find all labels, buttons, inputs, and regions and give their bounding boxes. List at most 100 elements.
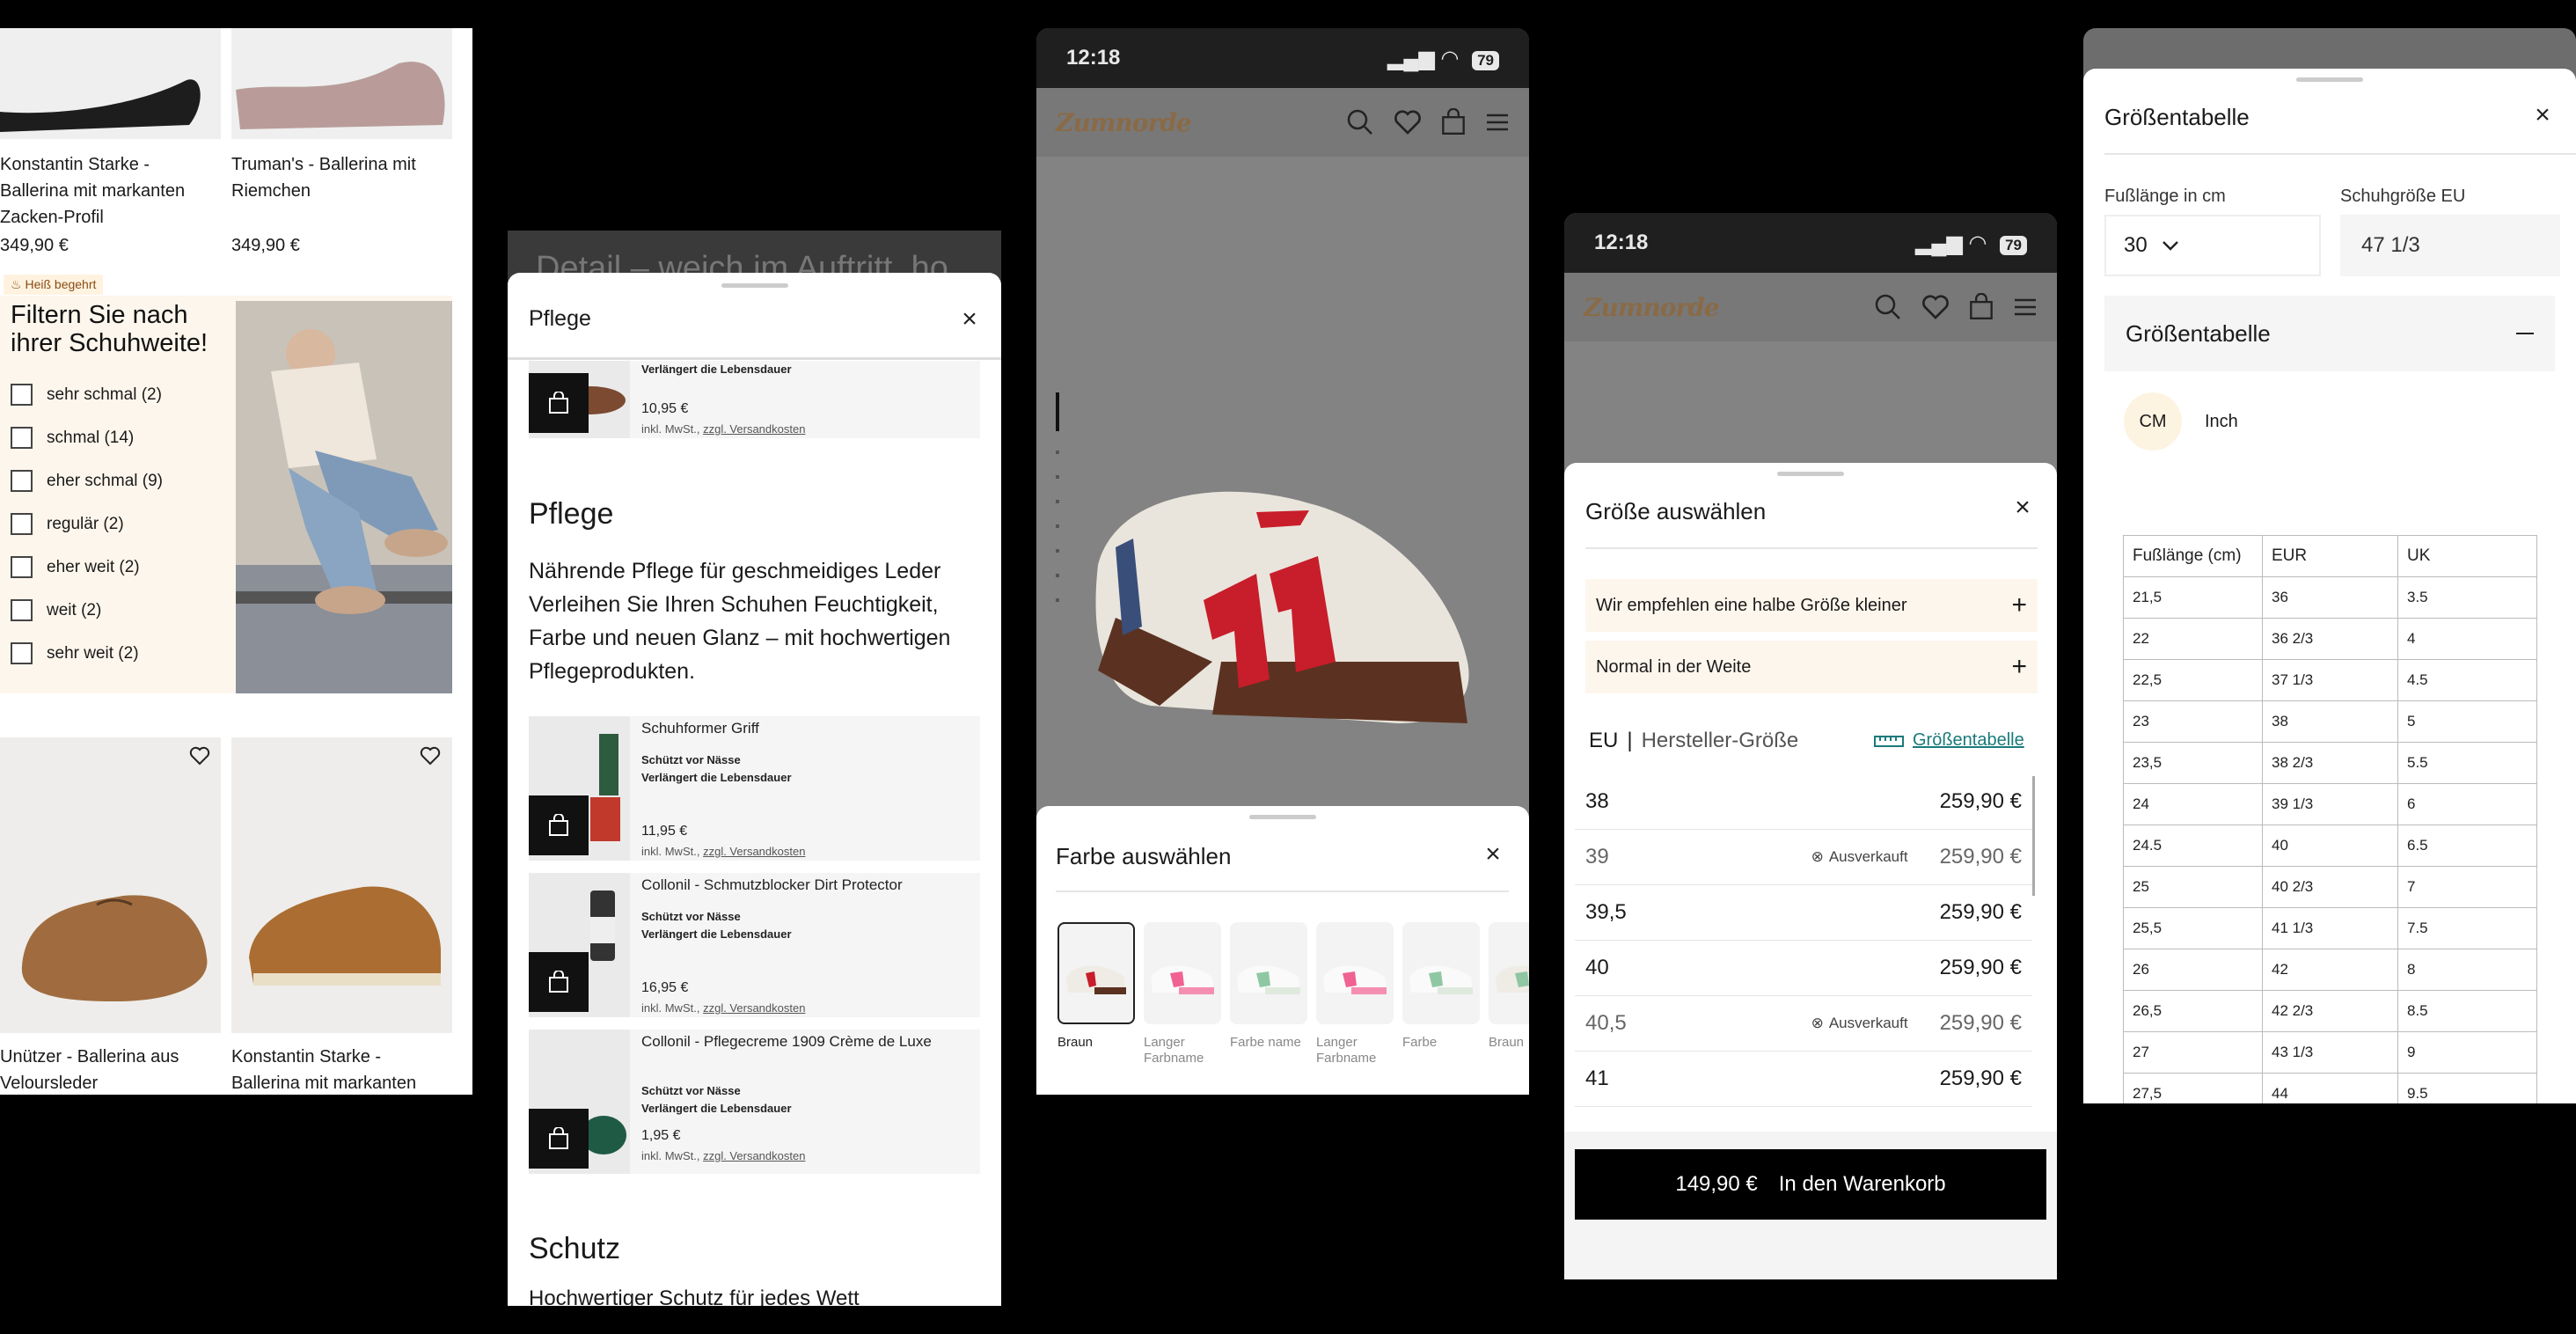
unit-cm-button[interactable]: CM [2124,392,2182,451]
color-swatch[interactable] [1489,922,1529,1024]
table-row: 21,5 36 3.5 [2123,576,2537,619]
checkbox-box[interactable] [11,513,33,535]
brand-logo[interactable]: Zumnorde [1584,293,1720,322]
add-to-cart-button[interactable] [529,795,589,855]
menu-icon[interactable] [2013,297,2038,318]
foot-length-select[interactable]: 30 [2104,215,2321,276]
size-option-row[interactable]: 40 259,90 € [1575,941,2032,996]
shipping-link[interactable]: zzgl. Versandkosten [703,1149,805,1162]
size-option-row[interactable]: 41 259,90 € [1575,1052,2032,1107]
gallery-indicator[interactable] [1056,392,1059,431]
filter-checkbox[interactable]: eher schmal (9) [11,470,163,492]
product-image[interactable] [0,737,221,1033]
size-chart-link[interactable]: Größentabelle [1874,730,2024,751]
product-name[interactable]: Konstantin Starke - Ballerina mit markan… [231,1044,443,1095]
accordion-label: Normal in der Weite [1596,656,1752,677]
sheet-handle[interactable] [1777,472,1844,476]
color-swatch[interactable] [1402,922,1480,1024]
size-option-row[interactable]: 40,5 ⊗ Ausverkauft 259,90 € [1575,996,2032,1052]
heart-icon[interactable] [1921,294,1950,320]
recommendation-accordion[interactable]: Wir empfehlen eine halbe Größe kleiner + [1585,579,2038,632]
product-name[interactable]: Unützer - Ballerina aus Veloursleder [0,1044,211,1095]
product-image[interactable] [0,28,221,139]
product-card[interactable]: Collonil - Pflegecreme 1909 Crème de Lux… [529,1030,980,1174]
filter-checkbox[interactable]: schmal (14) [11,427,163,449]
filter-checkbox[interactable]: sehr schmal (2) [11,384,163,406]
product-image[interactable] [231,28,452,139]
filter-checkbox[interactable]: regulär (2) [11,513,163,535]
shipping-link[interactable]: zzgl. Versandkosten [703,1001,805,1015]
add-to-cart-button[interactable] [529,952,589,1012]
sheet-title: Pflege [529,306,591,331]
color-swatch[interactable] [1144,922,1221,1024]
shopping-bag-icon [549,814,568,836]
size-system-eu[interactable]: EU [1589,729,1618,753]
sheet-title: Farbe auswählen [1056,843,1232,869]
table-cell: 5 [2397,700,2537,743]
scrollbar[interactable] [2032,776,2035,896]
sheet-handle[interactable] [721,283,788,288]
size-option-row[interactable]: 39 ⊗ Ausverkauft 259,90 € [1575,830,2032,885]
product-title[interactable]: Collonil - Pflegecreme 1909 Crème de Lux… [641,1031,932,1052]
status-icons: ▂▄▆ ◠ 79 [1387,46,1499,71]
checkbox-box[interactable] [11,556,33,578]
menu-icon[interactable] [1485,112,1510,133]
filter-checkbox[interactable]: eher weit (2) [11,556,163,578]
search-icon[interactable] [1346,108,1374,136]
product-name[interactable]: Konstantin Starke - Ballerina mit markan… [0,151,211,231]
sheet-handle[interactable] [1249,815,1316,819]
checkbox-box[interactable] [11,642,33,664]
product-card[interactable]: Verlängert die Lebensdauer 10,95 € inkl.… [529,361,980,438]
size-option-row[interactable]: 38 259,90 € [1575,774,2032,830]
close-icon[interactable]: × [2009,495,2036,521]
shipping-link[interactable]: zzgl. Versandkosten [703,845,805,858]
add-to-cart-button[interactable] [529,373,589,433]
table-row: 27 43 1/3 9 [2123,1031,2537,1074]
shopping-bag-icon[interactable] [1969,293,1994,321]
add-to-cart-button[interactable]: 149,90 € In den Warenkorb [1575,1149,2046,1220]
product-name[interactable]: Truman's - Ballerina mit Riemchen [231,151,443,204]
heart-icon[interactable] [187,743,213,769]
color-swatch-selected[interactable] [1057,922,1135,1024]
plus-icon[interactable]: + [2011,590,2027,620]
color-swatch[interactable] [1316,922,1394,1024]
ruler-icon [1874,735,1904,747]
shopping-bag-icon[interactable] [1441,108,1466,136]
clock: 12:18 [1066,46,1121,70]
brand-logo[interactable]: Zumnorde [1056,108,1192,137]
foot-length-label: Fußlänge in cm [2104,187,2226,206]
recommendation-accordion[interactable]: Normal in der Weite + [1585,641,2038,693]
checkbox-box[interactable] [11,470,33,492]
table-cell: 7.5 [2397,907,2537,949]
sheet-handle[interactable] [2296,77,2363,82]
size-option-row[interactable]: 39,5 259,90 € [1575,885,2032,941]
heart-icon[interactable] [1394,109,1422,136]
shipping-link[interactable]: zzgl. Versandkosten [703,422,805,436]
search-icon[interactable] [1874,293,1902,321]
size-system-toggle[interactable]: EU | Hersteller-Größe [1589,729,1798,753]
size-chart-link-label[interactable]: Größentabelle [1913,730,2024,751]
minus-icon[interactable] [2516,333,2534,334]
checkbox-box[interactable] [11,599,33,621]
product-card[interactable]: Collonil - Schmutzblocker Dirt Protector… [529,873,980,1017]
product-image[interactable] [231,737,452,1033]
checkbox-box[interactable] [11,427,33,449]
product-title[interactable]: Schuhformer Griff [641,718,958,739]
close-icon[interactable]: × [956,306,983,333]
checkbox-box[interactable] [11,384,33,406]
color-swatch[interactable] [1230,922,1307,1024]
plus-icon[interactable]: + [2011,652,2027,682]
filter-checkbox[interactable]: weit (2) [11,599,163,621]
size-chart-accordion[interactable]: Größentabelle [2104,296,2555,371]
table-cell: 27 [2123,1031,2263,1074]
product-card[interactable]: Schuhformer Griff Schützt vor Nässe Verl… [529,716,980,861]
unit-inch-button[interactable]: Inch [2194,412,2249,432]
add-to-cart-button[interactable] [529,1109,589,1169]
close-icon[interactable]: × [2529,102,2556,128]
filter-checkbox[interactable]: sehr weit (2) [11,642,163,664]
size-system-manufacturer[interactable]: Hersteller-Größe [1642,729,1799,753]
product-hero-image[interactable] [1080,442,1485,776]
close-icon[interactable]: × [1480,841,1506,868]
heart-icon[interactable] [417,743,443,769]
product-title[interactable]: Collonil - Schmutzblocker Dirt Protector [641,875,958,896]
